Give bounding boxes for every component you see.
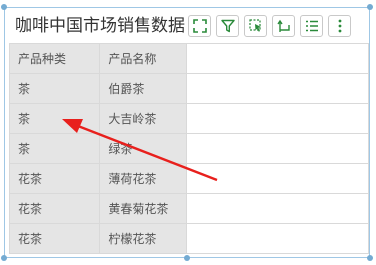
widget-toolbar: [188, 15, 351, 37]
table-cell[interactable]: 茶: [8, 73, 101, 104]
table-cell[interactable]: 薄荷花茶: [99, 163, 188, 194]
table-cell[interactable]: 花茶: [8, 223, 101, 254]
table-row: 花茶 薄荷花茶: [8, 163, 369, 194]
resize-handle[interactable]: [1, 4, 7, 10]
fullscreen-icon: [192, 19, 207, 33]
table-cell[interactable]: 绿茶: [99, 133, 188, 164]
empty-cell: [186, 223, 369, 254]
empty-cell: [186, 73, 369, 104]
filter-button[interactable]: [216, 15, 239, 37]
table-widget[interactable]: 咖啡中国市场销售数据 产品种类 产品名称 茶 伯爵茶 茶 大吉岭茶 茶 绿茶 花…: [4, 7, 370, 258]
resize-handle[interactable]: [367, 4, 373, 10]
select-icon: [248, 19, 261, 32]
fullscreen-button[interactable]: [188, 15, 211, 37]
table-cell[interactable]: 茶: [8, 133, 101, 164]
resize-handle[interactable]: [184, 255, 190, 261]
table-row: 花茶 黄春菊花茶: [8, 193, 369, 224]
table-cell[interactable]: 大吉岭茶: [99, 103, 188, 134]
empty-cell: [186, 193, 369, 224]
column-header[interactable]: 产品名称: [99, 43, 188, 74]
empty-cell: [186, 43, 369, 74]
resize-handle[interactable]: [367, 255, 373, 261]
table-cell[interactable]: 茶: [8, 103, 101, 134]
table-row: 茶 绿茶: [8, 133, 369, 164]
more-icon: [338, 19, 341, 33]
column-header[interactable]: 产品种类: [8, 43, 101, 74]
filter-icon: [220, 19, 235, 33]
data-table: 产品种类 产品名称 茶 伯爵茶 茶 大吉岭茶 茶 绿茶 花茶 薄荷花茶 花茶 黄…: [8, 43, 369, 254]
list-icon: [305, 20, 318, 32]
table-row: 茶 大吉岭茶: [8, 103, 369, 134]
empty-cell: [186, 103, 369, 134]
table-cell[interactable]: 柠檬花茶: [99, 223, 188, 254]
table-cell[interactable]: 黄春菊花茶: [99, 193, 188, 224]
drill-button[interactable]: [272, 15, 295, 37]
table-cell[interactable]: 花茶: [8, 163, 101, 194]
more-button[interactable]: [328, 15, 351, 37]
list-button[interactable]: [300, 15, 323, 37]
table-header-row: 产品种类 产品名称: [8, 43, 369, 74]
empty-cell: [186, 133, 369, 164]
drill-icon: [276, 19, 290, 32]
widget-title: 咖啡中国市场销售数据: [15, 16, 185, 36]
select-button[interactable]: [244, 15, 267, 37]
table-row: 茶 伯爵茶: [8, 73, 369, 104]
empty-cell: [186, 163, 369, 194]
table-cell[interactable]: 伯爵茶: [99, 73, 188, 104]
table-row: 花茶 柠檬花茶: [8, 223, 369, 254]
table-cell[interactable]: 花茶: [8, 193, 101, 224]
resize-handle[interactable]: [1, 255, 7, 261]
